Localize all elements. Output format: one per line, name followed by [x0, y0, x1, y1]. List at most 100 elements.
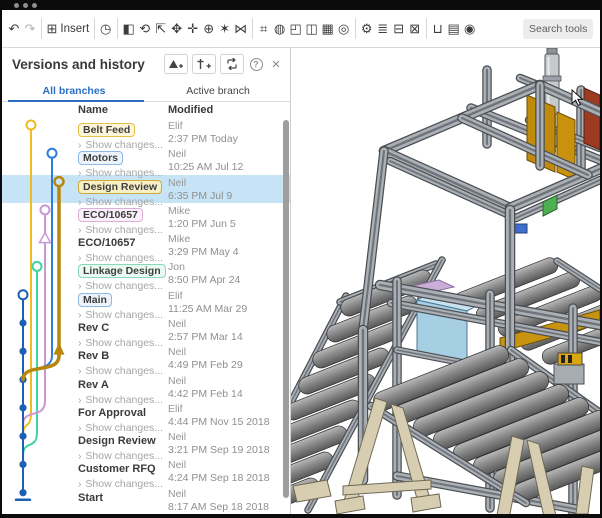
duplicate-icon: ◫ [306, 22, 318, 35]
window-control-dot[interactable] [14, 3, 19, 8]
measure-icon: ◍ [274, 22, 285, 35]
pattern-icon: ⌗ [260, 22, 267, 35]
tab-active-branch[interactable]: Active branch [146, 80, 290, 101]
red-panel[interactable] [584, 88, 600, 150]
transform-button[interactable]: ◰ [288, 16, 303, 42]
window-control-dot[interactable] [23, 3, 28, 8]
connect-button[interactable]: ⊠ [407, 16, 422, 42]
version-badge[interactable]: Motors [78, 151, 123, 165]
redo-button[interactable]: ↷ [23, 16, 38, 42]
version-name: For Approval [78, 407, 146, 419]
create-version-button[interactable] [164, 54, 188, 74]
version-row[interactable]: For Approval› Show changes...Elif4:44 PM… [2, 401, 290, 429]
insert-button[interactable]: ⊞Insert [46, 16, 91, 42]
move-icon: ✛ [187, 22, 198, 35]
version-row[interactable]: ECO/10657› Show changes...Mike1:20 PM Ju… [2, 203, 290, 231]
version-row[interactable]: Design Review› Show changes...Neil3:21 P… [2, 429, 290, 457]
sheet-button[interactable]: ▤ [446, 16, 461, 42]
explode-icon: ✶ [219, 22, 230, 35]
version-row[interactable]: Rev A› Show changes...Neil4:42 PM Feb 14 [2, 373, 290, 401]
orient-button[interactable]: ⇱ [153, 16, 168, 42]
pattern-button[interactable]: ⌗ [256, 16, 271, 42]
version-author: Neil [168, 431, 290, 443]
version-row[interactable]: Main› Show changes...Elif11:25 AM Mar 29 [2, 288, 290, 316]
version-row[interactable]: Rev C› Show changes...Neil2:57 PM Mar 14 [2, 316, 290, 344]
fasten-button[interactable]: ◎ [336, 16, 351, 42]
column-name: Name [78, 104, 168, 116]
pan-button[interactable]: ✥ [169, 16, 184, 42]
version-badge[interactable]: ECO/10657 [78, 208, 143, 222]
version-author: Neil [168, 488, 290, 500]
help-button[interactable]: ? [248, 54, 264, 74]
measure-button[interactable]: ◍ [272, 16, 287, 42]
frame-button[interactable]: ⊟ [391, 16, 406, 42]
fasten-icon: ◎ [338, 22, 349, 35]
history-icon: ◷ [100, 22, 111, 35]
version-date: 4:49 PM Feb 29 [168, 359, 290, 371]
versions-history-panel: Versions and history [2, 48, 291, 514]
version-badge[interactable]: Design Review [78, 180, 162, 194]
version-row[interactable]: Design Review› Show changes...Neil6:35 P… [2, 175, 290, 203]
toolbar-separator [355, 18, 356, 39]
column-headers: Name Modified [2, 102, 290, 118]
panel-scrollbar [283, 120, 289, 514]
toolbar-separator [94, 18, 95, 39]
toolbar-separator [426, 18, 427, 39]
version-badge[interactable]: Linkage Design [78, 264, 166, 278]
close-icon: × [272, 57, 281, 72]
explode-button[interactable]: ✶ [217, 16, 232, 42]
blue-block[interactable] [515, 224, 527, 233]
inspect-button[interactable]: ◉ [462, 16, 477, 42]
version-name: ECO/10657 [78, 237, 135, 249]
create-branch-button[interactable] [192, 54, 216, 74]
branch-tabs: All branches Active branch [2, 80, 290, 102]
grid-button[interactable]: ▦ [320, 16, 335, 42]
insert-icon: ⊞ [47, 22, 58, 35]
version-row[interactable]: ECO/10657› Show changes...Mike3:29 PM Ma… [2, 231, 290, 259]
tray-button[interactable]: ⊔ [430, 16, 445, 42]
sensor[interactable] [554, 353, 584, 384]
version-row[interactable]: Belt Feed› Show changes...Elif2:37 PM To… [2, 118, 290, 146]
version-author: Neil [168, 318, 290, 330]
close-panel-button[interactable]: × [268, 54, 284, 74]
version-author: Elif [168, 120, 290, 132]
assembly-toolbar: ↶↷ ⊞Insert ◷ ◧⟲⇱✥ ✛⊕✶⋈ ⌗ ◍◰◫▦◎ ⚙≣⊟⊠ ⊔▤◉ [2, 10, 600, 48]
section-view-icon: ◧ [123, 22, 135, 35]
create-version-icon [168, 58, 184, 70]
version-date: 4:42 PM Feb 14 [168, 388, 290, 400]
rotate-button[interactable]: ⟲ [137, 16, 152, 42]
redo-icon: ↷ [25, 22, 36, 35]
version-row[interactable]: Motors› Show changes...Neil10:25 AM Jul … [2, 146, 290, 174]
connect-icon: ⊠ [409, 22, 420, 35]
version-date: 3:21 PM Sep 19 2018 [168, 444, 290, 456]
move-button[interactable]: ✛ [185, 16, 200, 42]
3d-viewport[interactable] [291, 48, 600, 514]
version-date: 8:17 AM Sep 18 2018 [168, 501, 290, 513]
version-badge[interactable]: Main [78, 293, 112, 307]
scrollbar-thumb[interactable] [283, 120, 289, 498]
version-row[interactable]: StartNeil8:17 AM Sep 18 2018 [2, 486, 290, 514]
config-button[interactable]: ≣ [375, 16, 390, 42]
search-tools-input[interactable] [523, 19, 593, 39]
mirror-button[interactable]: ⋈ [233, 16, 248, 42]
window-control-dot[interactable] [32, 3, 37, 8]
version-row[interactable]: Rev B› Show changes...Neil4:49 PM Feb 29 [2, 344, 290, 372]
section-view-button[interactable]: ◧ [121, 16, 136, 42]
version-row[interactable]: Linkage Design› Show changes...Jon8:50 P… [2, 259, 290, 287]
version-name: Design Review [78, 435, 156, 447]
pan-icon: ✥ [171, 22, 182, 35]
snap-button[interactable]: ⊕ [201, 16, 216, 42]
gear-button[interactable]: ⚙ [359, 16, 374, 42]
version-badge[interactable]: Belt Feed [78, 123, 135, 137]
version-list: Belt Feed› Show changes...Elif2:37 PM To… [2, 118, 290, 514]
compare-button[interactable] [220, 54, 244, 74]
history-button[interactable]: ◷ [98, 16, 113, 42]
version-author: Jon [168, 261, 290, 273]
version-author: Neil [168, 375, 290, 387]
undo-button[interactable]: ↶ [7, 16, 22, 42]
tab-all-branches[interactable]: All branches [2, 80, 146, 101]
toolbar-icons: ↶↷ ⊞Insert ◷ ◧⟲⇱✥ ✛⊕✶⋈ ⌗ ◍◰◫▦◎ ⚙≣⊟⊠ ⊔▤◉ [6, 16, 478, 42]
duplicate-button[interactable]: ◫ [304, 16, 319, 42]
version-row[interactable]: Customer RFQ› Show changes...Neil4:24 PM… [2, 457, 290, 485]
version-date: 10:25 AM Jul 12 [168, 161, 290, 173]
